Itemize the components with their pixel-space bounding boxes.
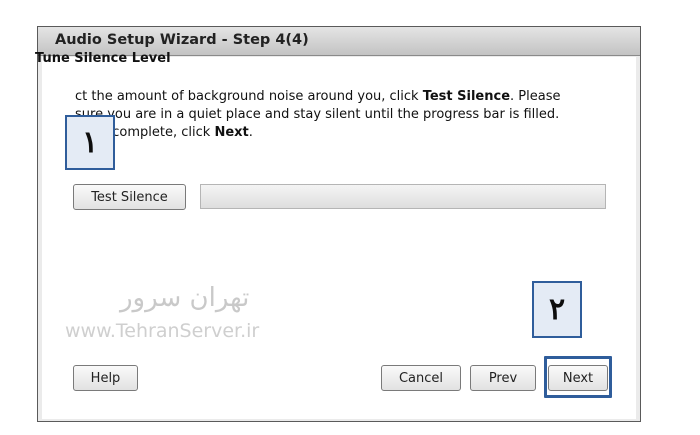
watermark-farsi: تهران سرور	[120, 283, 250, 313]
test-silence-button[interactable]: Test Silence	[73, 184, 186, 210]
instructions-line-1: ct the amount of background noise around…	[75, 89, 561, 104]
cancel-button[interactable]: Cancel	[381, 365, 461, 391]
instructions-text: ct the amount of background noise around…	[75, 88, 595, 142]
next-highlight-frame	[544, 356, 612, 398]
instructions-line-3: his is complete, click Next.	[75, 125, 253, 140]
instructions-line-2: sure you are in a quiet place and stay s…	[75, 107, 560, 122]
callout-step-2: ٢	[532, 281, 582, 338]
watermark-url: www.TehranServer.ir	[65, 320, 260, 342]
window-title: Audio Setup Wizard - Step 4(4)	[55, 32, 309, 48]
help-button[interactable]: Help	[73, 365, 138, 391]
callout-step-1: ١	[65, 115, 115, 170]
silence-progress-bar	[200, 184, 606, 209]
section-title: Tune Silence Level	[35, 51, 171, 66]
prev-button[interactable]: Prev	[470, 365, 536, 391]
